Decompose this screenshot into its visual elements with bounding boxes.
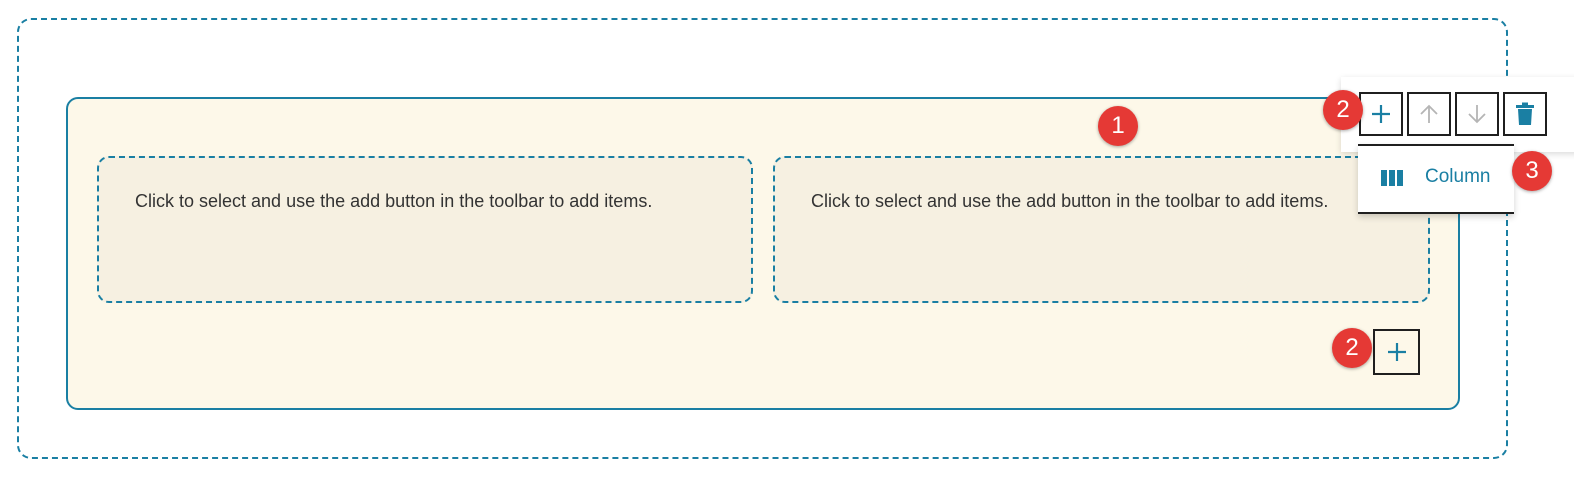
plus-icon [1387, 343, 1406, 361]
callout-badge-1: 1 [1098, 106, 1138, 146]
trash-icon [1516, 102, 1534, 125]
columns-icon [1381, 170, 1403, 186]
column-placeholder-text: Click to select and use the add button i… [811, 191, 1329, 211]
menu-item-label: Column [1425, 166, 1491, 187]
add-row-button[interactable] [1373, 329, 1420, 375]
move-down-button[interactable] [1455, 92, 1499, 136]
column-placeholder-text: Click to select and use the add button i… [135, 191, 653, 211]
callout-badge-3: 3 [1512, 151, 1552, 191]
plus-icon [1372, 105, 1390, 123]
arrow-down-icon [1468, 105, 1486, 124]
add-menu: Column [1358, 144, 1514, 214]
menu-item-column[interactable]: Column [1358, 146, 1514, 212]
add-button[interactable] [1359, 92, 1403, 136]
arrow-up-icon [1420, 104, 1438, 123]
delete-button[interactable] [1503, 92, 1547, 136]
callout-badge-2: 2 [1323, 90, 1363, 130]
column-1[interactable]: Click to select and use the add button i… [97, 156, 753, 303]
callout-badge-2: 2 [1332, 328, 1372, 368]
move-up-button[interactable] [1407, 92, 1451, 136]
column-2[interactable]: Click to select and use the add button i… [773, 156, 1430, 303]
